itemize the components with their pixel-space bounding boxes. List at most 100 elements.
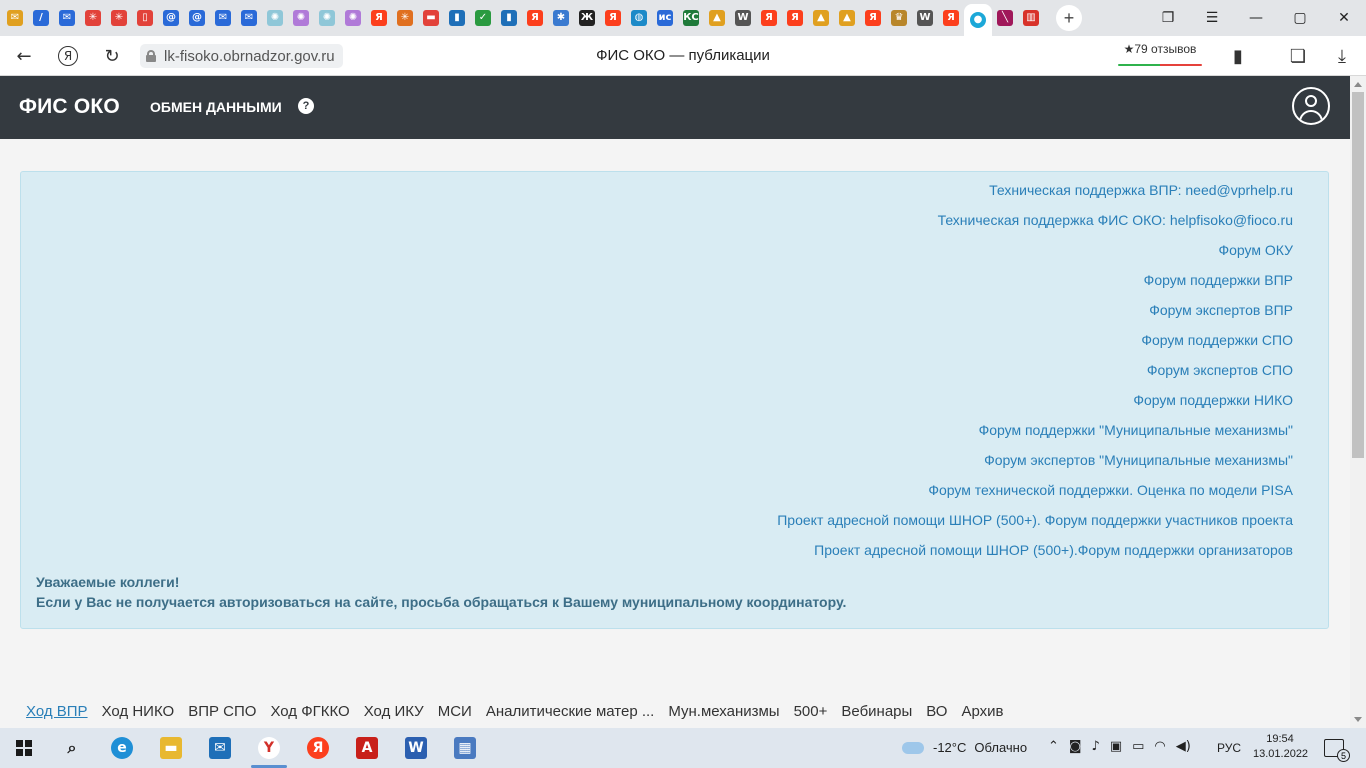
support-link[interactable]: Форум поддержки "Муниципальные механизмы… bbox=[777, 422, 1293, 452]
tab-box[interactable]: ▬ bbox=[418, 0, 444, 36]
bottom-nav-item[interactable]: Аналитические матер ... bbox=[486, 703, 655, 720]
bottom-nav-item[interactable]: Ход ФГККО bbox=[270, 703, 349, 720]
page-scrollbar[interactable] bbox=[1350, 76, 1366, 728]
support-link[interactable]: Форум поддержки НИКО bbox=[777, 392, 1293, 422]
support-link[interactable]: Форум ОКУ bbox=[777, 242, 1293, 272]
bottom-nav-item[interactable]: Ход ИКУ bbox=[364, 703, 424, 720]
chevron-up-icon[interactable]: ⌃ bbox=[1048, 739, 1059, 754]
yandex-app-icon[interactable]: Я bbox=[307, 737, 329, 759]
tab-edit[interactable]: / bbox=[28, 0, 54, 36]
yandex-browser-icon[interactable]: Y bbox=[258, 737, 280, 759]
support-link[interactable]: Форум поддержки ВПР bbox=[777, 272, 1293, 302]
tab-kc[interactable]: КС bbox=[678, 0, 704, 36]
tab-feather[interactable]: ╲ bbox=[992, 0, 1018, 36]
tab-dots3[interactable]: ✺ bbox=[314, 0, 340, 36]
tab-wheel2[interactable]: ✳ bbox=[106, 0, 132, 36]
bottom-nav-item[interactable]: 500+ bbox=[794, 703, 828, 720]
bottom-nav-item[interactable]: Мун.механизмы bbox=[668, 703, 779, 720]
support-link[interactable]: Форум технической поддержки. Оценка по м… bbox=[777, 482, 1293, 512]
bottom-nav-item[interactable]: ВО bbox=[926, 703, 947, 720]
tab-hat2[interactable]: ▲ bbox=[808, 0, 834, 36]
menu-icon[interactable]: ☰ bbox=[1190, 0, 1234, 36]
tab-yandex1[interactable]: Я bbox=[366, 0, 392, 36]
tab-mail4[interactable]: ✉ bbox=[236, 0, 262, 36]
mail-icon[interactable]: ✉ bbox=[209, 737, 231, 759]
tab-yandex7[interactable]: Я bbox=[938, 0, 964, 36]
screen-icon[interactable]: ▣ bbox=[1110, 739, 1122, 754]
tab-yandex2[interactable]: Я bbox=[522, 0, 548, 36]
site-logo[interactable]: ФИС ОКО bbox=[19, 95, 120, 119]
word-icon[interactable]: W bbox=[405, 737, 427, 759]
download-icon[interactable]: ⤓ bbox=[1330, 44, 1354, 68]
tab-check[interactable]: ✓ bbox=[470, 0, 496, 36]
tab-at1[interactable]: @ bbox=[158, 0, 184, 36]
camera-icon[interactable]: ◙ bbox=[1069, 739, 1082, 754]
tab-emblem[interactable]: ♛ bbox=[886, 0, 912, 36]
support-link[interactable]: Форум экспертов "Муниципальные механизмы… bbox=[777, 452, 1293, 482]
bottom-nav-item[interactable]: Вебинары bbox=[841, 703, 912, 720]
bottom-nav-item[interactable]: МСИ bbox=[438, 703, 472, 720]
bookmark-icon[interactable]: ▮ bbox=[1226, 44, 1250, 68]
tab-yandex4[interactable]: Я bbox=[756, 0, 782, 36]
tab-yandex6[interactable]: Я bbox=[860, 0, 886, 36]
language-indicator[interactable]: РУС bbox=[1217, 741, 1241, 755]
reviews-badge[interactable]: ★79 отзывов bbox=[1118, 42, 1202, 68]
minimize-button[interactable]: — bbox=[1234, 0, 1278, 36]
support-link[interactable]: Форум экспертов СПО bbox=[777, 362, 1293, 392]
tab-pdf[interactable]: ▯ bbox=[132, 0, 158, 36]
help-icon[interactable]: ? bbox=[298, 98, 314, 114]
wifi-icon[interactable]: ◠ bbox=[1154, 739, 1165, 754]
bottom-nav-item[interactable]: ВПР СПО bbox=[188, 703, 256, 720]
nav-data-exchange[interactable]: ОБМЕН ДАННЫМИ bbox=[150, 99, 282, 115]
edge-browser-icon[interactable]: e bbox=[111, 737, 133, 759]
new-tab-button[interactable]: + bbox=[1056, 5, 1082, 31]
scroll-down-arrow-icon[interactable] bbox=[1354, 717, 1362, 722]
scroll-up-arrow-icon[interactable] bbox=[1354, 82, 1362, 87]
tab-yandex3[interactable]: Я bbox=[600, 0, 626, 36]
maximize-button[interactable]: ▢ bbox=[1278, 0, 1322, 36]
support-link[interactable]: Техническая поддержка ФИС ОКО: helpfisok… bbox=[777, 212, 1293, 242]
battery-icon[interactable]: ▭ bbox=[1132, 739, 1144, 754]
tab-globe[interactable]: ◍ bbox=[626, 0, 652, 36]
windows-start-icon[interactable] bbox=[16, 740, 32, 756]
tab-dots1[interactable]: ✺ bbox=[262, 0, 288, 36]
tab-book2[interactable]: ▮ bbox=[496, 0, 522, 36]
support-link[interactable]: Техническая поддержка ВПР: need@vprhelp.… bbox=[777, 182, 1293, 212]
support-link[interactable]: Форум поддержки СПО bbox=[777, 332, 1293, 362]
collections-icon[interactable]: ❏ bbox=[1286, 44, 1310, 68]
file-explorer-icon[interactable]: ▬ bbox=[160, 737, 182, 759]
tab-at2[interactable]: @ bbox=[184, 0, 210, 36]
support-link[interactable]: Форум экспертов ВПР bbox=[777, 302, 1293, 332]
tabs-view-icon[interactable]: ❐ bbox=[1146, 0, 1190, 36]
close-button[interactable]: ✕ bbox=[1322, 0, 1366, 36]
tab-hat3[interactable]: ▲ bbox=[834, 0, 860, 36]
tab-star[interactable]: ✱ bbox=[548, 0, 574, 36]
tab-book1[interactable]: ▮ bbox=[444, 0, 470, 36]
notification-center-icon[interactable]: 5 bbox=[1324, 739, 1350, 762]
tab-wheel1[interactable]: ✳ bbox=[80, 0, 106, 36]
bottom-nav-item[interactable]: Ход НИКО bbox=[102, 703, 175, 720]
acrobat-icon[interactable]: A bbox=[356, 737, 378, 759]
tab-wiki2[interactable]: W bbox=[912, 0, 938, 36]
tab-zh[interactable]: Ж bbox=[574, 0, 600, 36]
volume-icon[interactable]: ◀) bbox=[1176, 739, 1191, 754]
scrollbar-thumb[interactable] bbox=[1352, 92, 1364, 458]
clock[interactable]: 19:54 13.01.2022 bbox=[1253, 732, 1308, 762]
tab-mail[interactable]: ✉ bbox=[2, 0, 28, 36]
tab-dots4[interactable]: ✺ bbox=[340, 0, 366, 36]
support-link[interactable]: Проект адресной помощи ШНОР (500+). Фору… bbox=[777, 512, 1293, 542]
weather-widget[interactable]: -12°C Облачно bbox=[902, 740, 1027, 755]
tab-wheel3[interactable]: ✳ bbox=[392, 0, 418, 36]
tab-fisoko-active[interactable]: ● bbox=[964, 4, 992, 36]
microphone-icon[interactable]: ♪ bbox=[1092, 739, 1100, 754]
tab-hat1[interactable]: ▲ bbox=[704, 0, 730, 36]
tab-bars[interactable]: ▥ bbox=[1018, 0, 1044, 36]
support-link[interactable]: Проект адресной помощи ШНОР (500+).Форум… bbox=[777, 542, 1293, 572]
bottom-nav-item[interactable]: Ход ВПР bbox=[26, 703, 88, 720]
network-app-icon[interactable]: ▦ bbox=[454, 737, 476, 759]
tab-mail3[interactable]: ✉ bbox=[210, 0, 236, 36]
search-icon[interactable]: ⌕ bbox=[61, 737, 83, 759]
tab-wiki1[interactable]: W bbox=[730, 0, 756, 36]
tab-mail2[interactable]: ✉ bbox=[54, 0, 80, 36]
tab-mos[interactable]: ис bbox=[652, 0, 678, 36]
